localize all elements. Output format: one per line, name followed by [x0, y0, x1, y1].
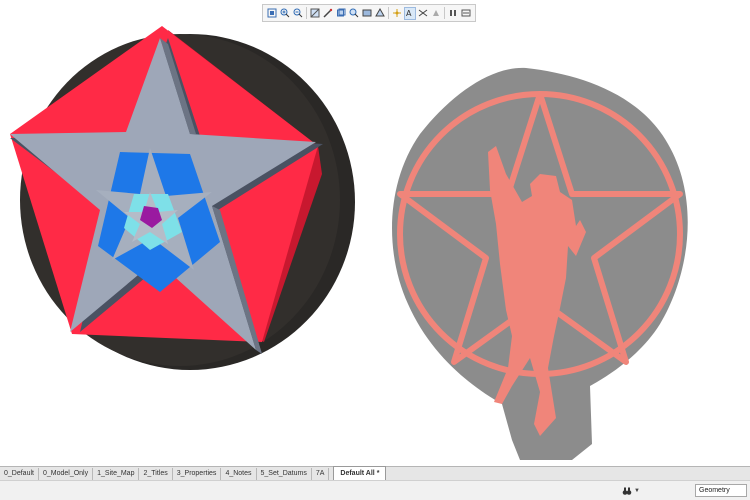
- tab-layer-state[interactable]: 3_Properties: [173, 468, 222, 480]
- chevron-down-icon: ▼: [634, 487, 640, 494]
- toolbar-separator: [388, 7, 389, 19]
- view-manager-icon: [323, 8, 333, 18]
- tab-active-layer-state[interactable]: Default All *: [333, 466, 387, 480]
- view-manager-button[interactable]: [322, 7, 334, 20]
- zoom-out-icon: [293, 8, 303, 18]
- graphics-window[interactable]: [0, 24, 750, 466]
- annotation-display-icon: A: [406, 9, 412, 18]
- binoculars-icon: [622, 487, 632, 495]
- display-style-button[interactable]: [361, 7, 373, 20]
- perspective-icon: [375, 8, 385, 17]
- model-canvas[interactable]: [0, 24, 750, 466]
- status-bar: ▼ Geometry: [0, 480, 750, 500]
- tab-layer-state[interactable]: 0_Model_Only: [39, 468, 94, 480]
- spin-center-icon: [461, 9, 471, 17]
- toolbar-separator: [444, 7, 445, 19]
- annotation-display-button[interactable]: A: [404, 6, 416, 20]
- tab-layer-state[interactable]: 4_Notes: [221, 468, 257, 480]
- repaint-button[interactable]: [309, 7, 321, 20]
- tab-layer-state[interactable]: 1_Site_Map: [93, 468, 140, 480]
- tab-layer-state[interactable]: 2_Titles: [139, 468, 173, 480]
- datum-display-icon: [393, 9, 401, 17]
- svg-text:A: A: [406, 9, 412, 18]
- tab-layer-state[interactable]: 7A: [312, 468, 330, 480]
- starman-3d-model[interactable]: [10, 26, 355, 370]
- perspective-button[interactable]: [374, 7, 386, 20]
- pause-icon: [450, 10, 456, 16]
- view-toolbar: A: [262, 4, 476, 22]
- appearance-button[interactable]: [430, 7, 442, 20]
- zoom-out-button[interactable]: [292, 7, 304, 20]
- find-button[interactable]: ▼: [622, 484, 644, 497]
- layer-state-tabs: 0_Default 0_Model_Only 1_Site_Map 2_Titles 3…: [0, 466, 750, 480]
- starman-decal-image[interactable]: [392, 67, 688, 461]
- repaint-icon: [310, 8, 320, 18]
- toolbar-separator: [306, 7, 307, 19]
- appearance-icon: [433, 10, 439, 16]
- section-button[interactable]: [417, 7, 429, 20]
- refit-button[interactable]: [266, 7, 278, 20]
- saved-orientations-button[interactable]: [335, 7, 347, 20]
- spin-center-button[interactable]: [460, 7, 472, 20]
- zoom-in-button[interactable]: [279, 7, 291, 20]
- selection-filter-dropdown[interactable]: Geometry: [695, 484, 747, 497]
- zoom-in-icon: [280, 8, 290, 18]
- zoom-window-button[interactable]: [348, 7, 360, 20]
- tab-layer-state[interactable]: 0_Default: [0, 468, 39, 480]
- pause-button[interactable]: [447, 7, 459, 20]
- zoom-window-icon: [349, 8, 359, 18]
- refit-icon: [267, 8, 277, 18]
- saved-orientations-icon: [337, 8, 346, 17]
- tab-layer-state[interactable]: 5_Set_Datums: [257, 468, 312, 480]
- display-style-icon: [362, 9, 372, 17]
- section-icon: [418, 9, 428, 17]
- datum-display-button[interactable]: [391, 7, 403, 20]
